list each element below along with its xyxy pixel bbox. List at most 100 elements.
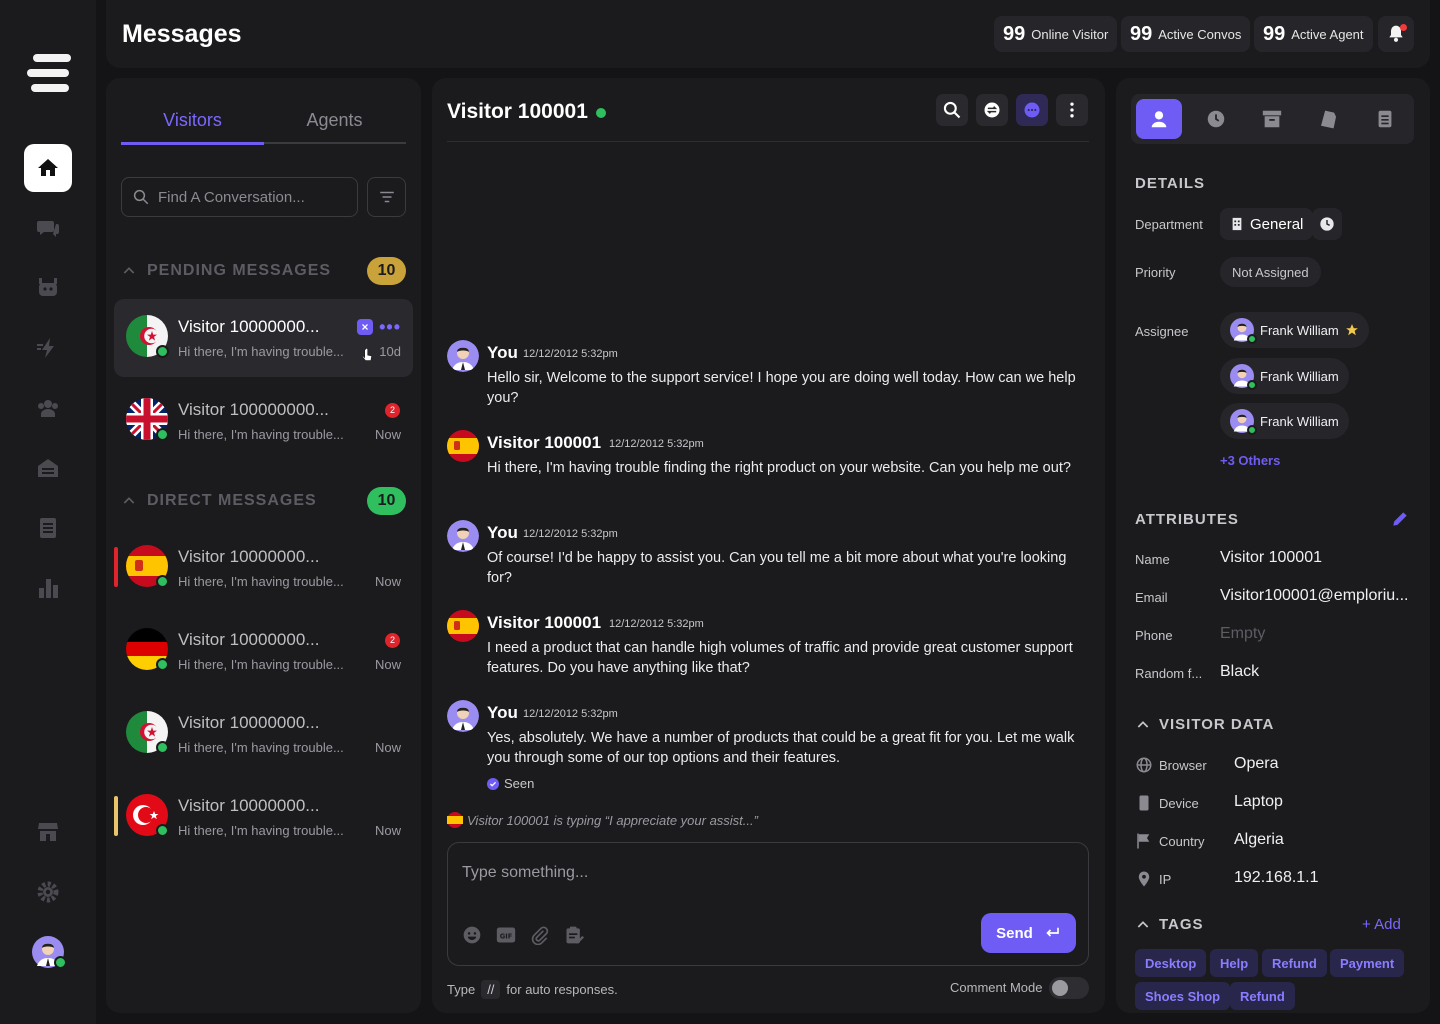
message-time: 12/12/2012 5:32pm [609, 618, 704, 630]
conversation-item[interactable]: Visitor 100000000... Hi there, I'm havin… [114, 382, 413, 460]
transfer-chat-button[interactable] [976, 94, 1008, 126]
direct-messages-header[interactable]: DIRECT MESSAGES 10 [121, 486, 406, 516]
active-agent-stat[interactable]: 99 Active Agent [1254, 16, 1373, 52]
tab-documents[interactable] [1362, 99, 1408, 139]
analytics-icon[interactable] [24, 564, 72, 612]
unread-badge: 2 [385, 403, 400, 418]
assignee-name: Frank William [1260, 368, 1339, 384]
department-schedule-button[interactable] [1312, 208, 1342, 240]
composer-placeholder: Type something... [462, 864, 589, 881]
chat-bubble-icon [1024, 102, 1040, 118]
online-visitor-stat[interactable]: 99 Online Visitor [994, 16, 1118, 52]
conversation-list-panel: Visitors Agents Find A Conversation... P… [106, 78, 421, 1013]
bot-icon[interactable] [24, 264, 72, 312]
assign-icon[interactable] [357, 319, 373, 335]
tag-chip[interactable]: Refund [1230, 982, 1295, 1010]
priority-chip[interactable]: Not Assigned [1220, 257, 1321, 287]
archive-icon [1262, 110, 1282, 128]
assignee-avatar [1230, 409, 1257, 435]
chat-icon[interactable] [24, 204, 72, 252]
tag-chip[interactable]: Help [1210, 949, 1259, 977]
conversation-item[interactable]: Visitor 10000000... Hi there, I'm having… [114, 529, 413, 607]
message-text: I need a product that can handle high vo… [487, 640, 1073, 676]
tab-profile[interactable] [1136, 99, 1182, 139]
attachment-icon[interactable] [530, 925, 550, 945]
attribute-value: Visitor 100001 [1220, 549, 1322, 566]
tab-notes[interactable] [1306, 99, 1352, 139]
settings-icon[interactable] [24, 868, 72, 916]
tab-visitors[interactable]: Visitors [121, 100, 264, 131]
assignee-chip[interactable]: Frank William [1220, 312, 1369, 348]
add-tag-button[interactable]: + Add [1362, 916, 1401, 933]
priority-stripe [114, 796, 118, 836]
search-chat-button[interactable] [936, 94, 968, 126]
chevron-up-icon [1137, 720, 1149, 728]
pending-messages-header[interactable]: PENDING MESSAGES 10 [121, 256, 406, 286]
online-indicator [156, 741, 169, 754]
document-icon[interactable] [24, 504, 72, 552]
team-icon[interactable] [24, 384, 72, 432]
app-logo[interactable] [27, 54, 71, 92]
chat-title: Visitor 100001 [447, 100, 588, 123]
conversation-item[interactable]: Visitor 10000000... Hi there, I'm having… [114, 299, 413, 377]
tab-archive[interactable] [1249, 99, 1295, 139]
emoji-icon[interactable] [462, 925, 482, 945]
agent-avatar [447, 700, 479, 732]
home-icon[interactable] [24, 144, 72, 192]
more-assignees-link[interactable]: +3 Others [1220, 453, 1280, 468]
conversation-preview: Hi there, I'm having trouble... [178, 823, 344, 838]
more-options-icon[interactable]: ••• [379, 317, 401, 338]
message-text: Hello sir, Welcome to the support servic… [487, 370, 1076, 406]
tag-chip[interactable]: Payment [1330, 949, 1405, 977]
tags-header[interactable]: TAGS [1135, 916, 1204, 933]
assignee-name: Frank William [1260, 413, 1339, 429]
comment-mode-toggle[interactable] [1049, 977, 1089, 999]
inbox-icon[interactable] [24, 444, 72, 492]
visitor-data-row: Country Algeria [1135, 830, 1415, 854]
online-indicator [156, 658, 169, 671]
canned-response-icon[interactable] [564, 925, 584, 945]
tag-chip[interactable]: Desktop [1135, 949, 1207, 977]
filter-button[interactable] [367, 177, 406, 217]
store-icon[interactable] [24, 808, 72, 856]
section-label: PENDING MESSAGES [147, 262, 332, 279]
sidebar-rail [0, 0, 96, 1024]
edit-pencil-icon[interactable] [1390, 509, 1410, 529]
conversation-preview: Hi there, I'm having trouble... [178, 344, 344, 359]
tab-history[interactable] [1193, 99, 1239, 139]
message-composer[interactable]: Type something... GIF Send [447, 842, 1089, 966]
conversation-search-input[interactable]: Find A Conversation... [121, 177, 358, 217]
building-icon [1232, 217, 1242, 231]
conversation-item[interactable]: Visitor 10000000... Hi there, I'm having… [114, 695, 413, 773]
send-button[interactable]: Send [981, 913, 1076, 953]
assignee-chip[interactable]: Frank William [1220, 403, 1349, 439]
profile-avatar[interactable] [32, 936, 67, 969]
stat-label: Online Visitor [1031, 26, 1109, 42]
tab-agents[interactable]: Agents [263, 100, 406, 131]
lightning-icon[interactable] [24, 324, 72, 372]
visitor-data-header[interactable]: VISITOR DATA [1135, 716, 1274, 733]
tag-chip[interactable]: Shoes Shop [1135, 982, 1231, 1010]
visitor-data-value: 192.168.1.1 [1234, 869, 1319, 886]
conversation-name: Visitor 10000000... [178, 796, 320, 815]
stat-value: 99 [1130, 22, 1153, 45]
gif-icon[interactable]: GIF [496, 925, 516, 945]
notes-icon [1321, 110, 1337, 129]
assignee-chip[interactable]: Frank William [1220, 358, 1349, 394]
message-sender: You [487, 523, 518, 542]
more-options-button[interactable] [1056, 94, 1088, 126]
pending-count-badge: 10 [367, 257, 406, 285]
attribute-label: Email [1135, 590, 1168, 605]
tag-chip[interactable]: Refund [1262, 949, 1327, 977]
flag-icon [1137, 833, 1150, 849]
conversation-item[interactable]: Visitor 10000000... Hi there, I'm having… [114, 612, 413, 690]
search-icon [943, 101, 961, 119]
notification-bell-icon[interactable] [1378, 16, 1414, 52]
star-icon [1345, 324, 1358, 336]
send-label: Send [996, 924, 1033, 942]
department-chip[interactable]: General [1220, 208, 1314, 240]
attribute-label: Name [1135, 552, 1170, 567]
chat-mode-button[interactable] [1016, 94, 1048, 126]
active-convos-stat[interactable]: 99 Active Convos [1121, 16, 1251, 52]
conversation-item[interactable]: Visitor 10000000... Hi there, I'm having… [114, 778, 413, 856]
